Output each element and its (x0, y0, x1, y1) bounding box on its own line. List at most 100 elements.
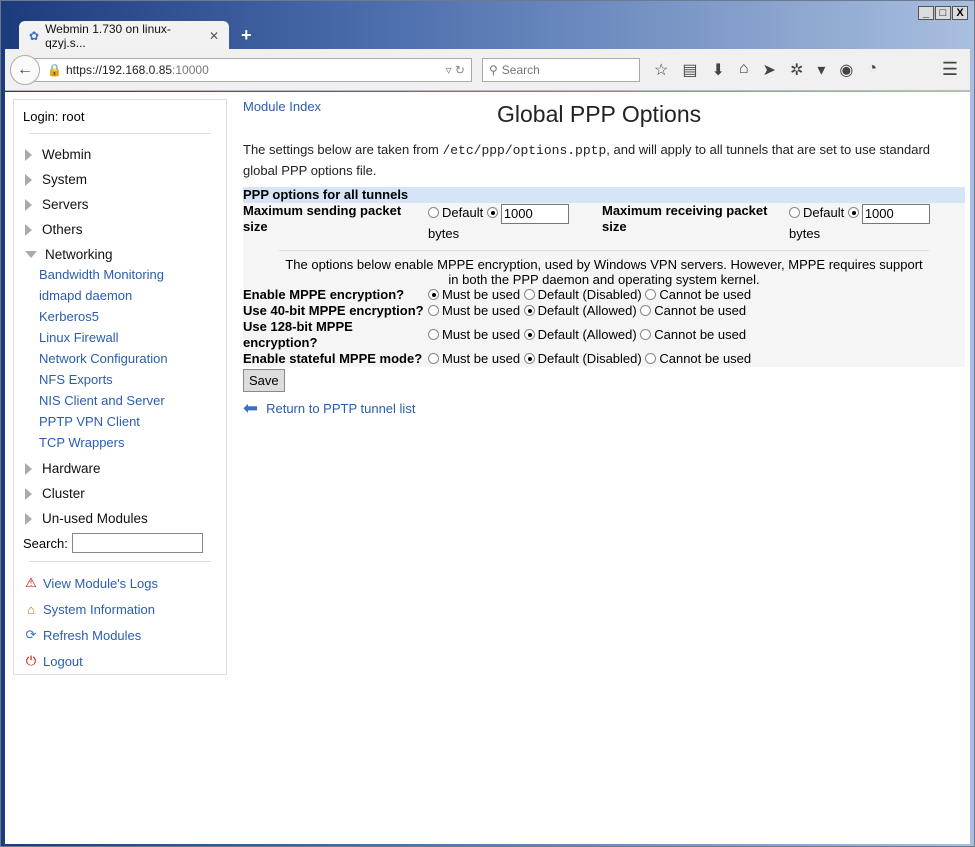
mppe-note: The options below enable MPPE encryption… (279, 249, 929, 287)
category-item[interactable]: System (23, 167, 217, 192)
browser-window: _ □ X ✿ Webmin 1.730 on linux-qzyj.s... ✕ + … (0, 0, 975, 847)
collapsed-icon (25, 173, 32, 186)
option-radio[interactable] (645, 288, 657, 300)
option-label: Use 128-bit MPPE encryption? (243, 318, 353, 350)
module-index-link[interactable]: Module Index (243, 99, 321, 114)
module-link[interactable]: NFS Exports (23, 372, 217, 393)
sidebar-link[interactable]: ⚠ View Module's Logs (23, 570, 217, 596)
option-radio[interactable] (523, 304, 535, 316)
option-radio[interactable] (523, 288, 535, 300)
new-tab-button[interactable]: + (241, 25, 252, 46)
pocket-icon[interactable]: ◉ (839, 60, 853, 80)
option-radio[interactable] (428, 328, 439, 340)
radio-label: Default (Disabled) (537, 286, 642, 302)
radio-label: Default (803, 205, 845, 220)
module-link[interactable]: Bandwidth Monitoring (23, 267, 217, 288)
expanded-icon (25, 251, 37, 258)
module-link[interactable]: NIS Client and Server (23, 393, 217, 414)
menu-icon[interactable]: ☰ (942, 59, 958, 80)
option-label: Enable MPPE encryption? (243, 286, 405, 302)
home-icon[interactable]: ⌂ (739, 60, 749, 80)
recv-custom-radio[interactable] (847, 207, 859, 218)
send-size-input[interactable] (500, 203, 569, 224)
recv-default-radio[interactable] (789, 207, 800, 218)
option-radio[interactable] (428, 352, 439, 364)
browser-tab[interactable]: ✿ Webmin 1.730 on linux-qzyj.s... ✕ (19, 21, 229, 50)
option-radio[interactable] (428, 288, 439, 300)
module-link[interactable]: TCP Wrappers (23, 435, 217, 456)
minimize-button[interactable]: _ (918, 6, 934, 20)
download-icon[interactable]: ⬇ (711, 60, 724, 80)
send-default-radio[interactable] (428, 207, 439, 218)
warning-icon: ⚠ (25, 575, 37, 590)
link-label: System Information (43, 601, 155, 617)
module-link[interactable]: Kerberos5 (23, 309, 217, 330)
radio-label: Cannot be used (654, 302, 747, 318)
search-icon: ⚲ (489, 62, 498, 77)
option-radio[interactable] (640, 328, 652, 340)
module-search-input[interactable] (71, 533, 203, 553)
page-title: Global PPP Options (497, 101, 702, 127)
collapsed-icon (25, 148, 32, 161)
module-link[interactable]: Network Configuration (23, 351, 217, 372)
dropdown-icon[interactable]: ▾ (817, 60, 825, 80)
category-label: Cluster (42, 486, 85, 501)
category-label: System (42, 172, 88, 187)
addon-icon[interactable]: ✲ (790, 60, 803, 80)
close-button[interactable]: X (952, 6, 968, 20)
option-radio[interactable] (523, 352, 535, 364)
radio-label: Must be used (442, 326, 521, 342)
radio-label: Default (Allowed) (537, 302, 637, 318)
search-placeholder: Search (501, 62, 540, 77)
category-item[interactable]: Others (23, 217, 217, 242)
send-icon[interactable]: ➤ (763, 60, 776, 80)
option-radio[interactable] (428, 304, 439, 316)
close-tab-icon[interactable]: ✕ (209, 29, 219, 43)
category-networking[interactable]: Networking (23, 242, 217, 267)
option-radio[interactable] (645, 352, 657, 364)
search-input[interactable]: ⚲ Search (482, 57, 640, 82)
sidebar-link[interactable]: ⏻ Logout (23, 648, 217, 674)
search-label: Search: (23, 535, 68, 551)
category-label: Networking (45, 247, 113, 262)
category-label: Webmin (42, 147, 92, 162)
category-item[interactable]: Cluster (23, 481, 217, 506)
module-link[interactable]: idmapd daemon (23, 288, 217, 309)
collapsed-icon (25, 512, 32, 525)
history-icon[interactable]: ◔ (867, 60, 877, 80)
category-label: Servers (42, 197, 89, 212)
category-item[interactable]: Webmin (23, 142, 217, 167)
return-link[interactable]: Return to PPTP tunnel list (266, 401, 415, 416)
radio-label: Cannot be used (659, 350, 752, 366)
link-label: Refresh Modules (43, 627, 142, 643)
reading-list-icon[interactable]: ▤ (682, 60, 697, 80)
radio-label: Default (Disabled) (537, 350, 642, 366)
sidebar-link[interactable]: ⌂ System Information (23, 596, 217, 622)
option-radio[interactable] (640, 304, 652, 316)
back-button[interactable]: ← (10, 54, 40, 85)
save-button[interactable]: Save (243, 368, 285, 392)
url-bar[interactable]: 🔒 https://192.168.0.85:10000 ▿ ↻ (32, 57, 472, 82)
webmin-icon: ✿ (29, 28, 40, 43)
reload-icon[interactable]: ▿ ↻ (446, 63, 465, 77)
send-custom-radio[interactable] (486, 207, 498, 218)
module-link[interactable]: PPTP VPN Client (23, 414, 217, 435)
module-link[interactable]: Linux Firewall (23, 330, 217, 351)
refresh-icon: ⟳ (25, 627, 37, 642)
option-label: Use 40-bit MPPE encryption? (243, 302, 424, 318)
category-item[interactable]: Servers (23, 192, 217, 217)
recv-size-input[interactable] (861, 203, 930, 224)
bookmark-star-icon[interactable]: ☆ (654, 60, 668, 80)
recv-size-label: Maximum receiving packet size (602, 203, 768, 234)
option-radio[interactable] (523, 328, 535, 340)
category-label: Hardware (42, 461, 101, 476)
category-label: Others (42, 222, 83, 237)
maximize-button[interactable]: □ (935, 6, 951, 20)
category-item[interactable]: Un-used Modules (23, 506, 217, 531)
category-item[interactable]: Hardware (23, 456, 217, 481)
main-panel: Module Index Global PPP Options The sett… (243, 99, 965, 419)
radio-label: Default (442, 205, 484, 220)
sidebar-link[interactable]: ⟳ Refresh Modules (23, 622, 217, 648)
system-info-icon: ⌂ (27, 601, 35, 617)
send-size-label: Maximum sending packet size (243, 203, 402, 234)
